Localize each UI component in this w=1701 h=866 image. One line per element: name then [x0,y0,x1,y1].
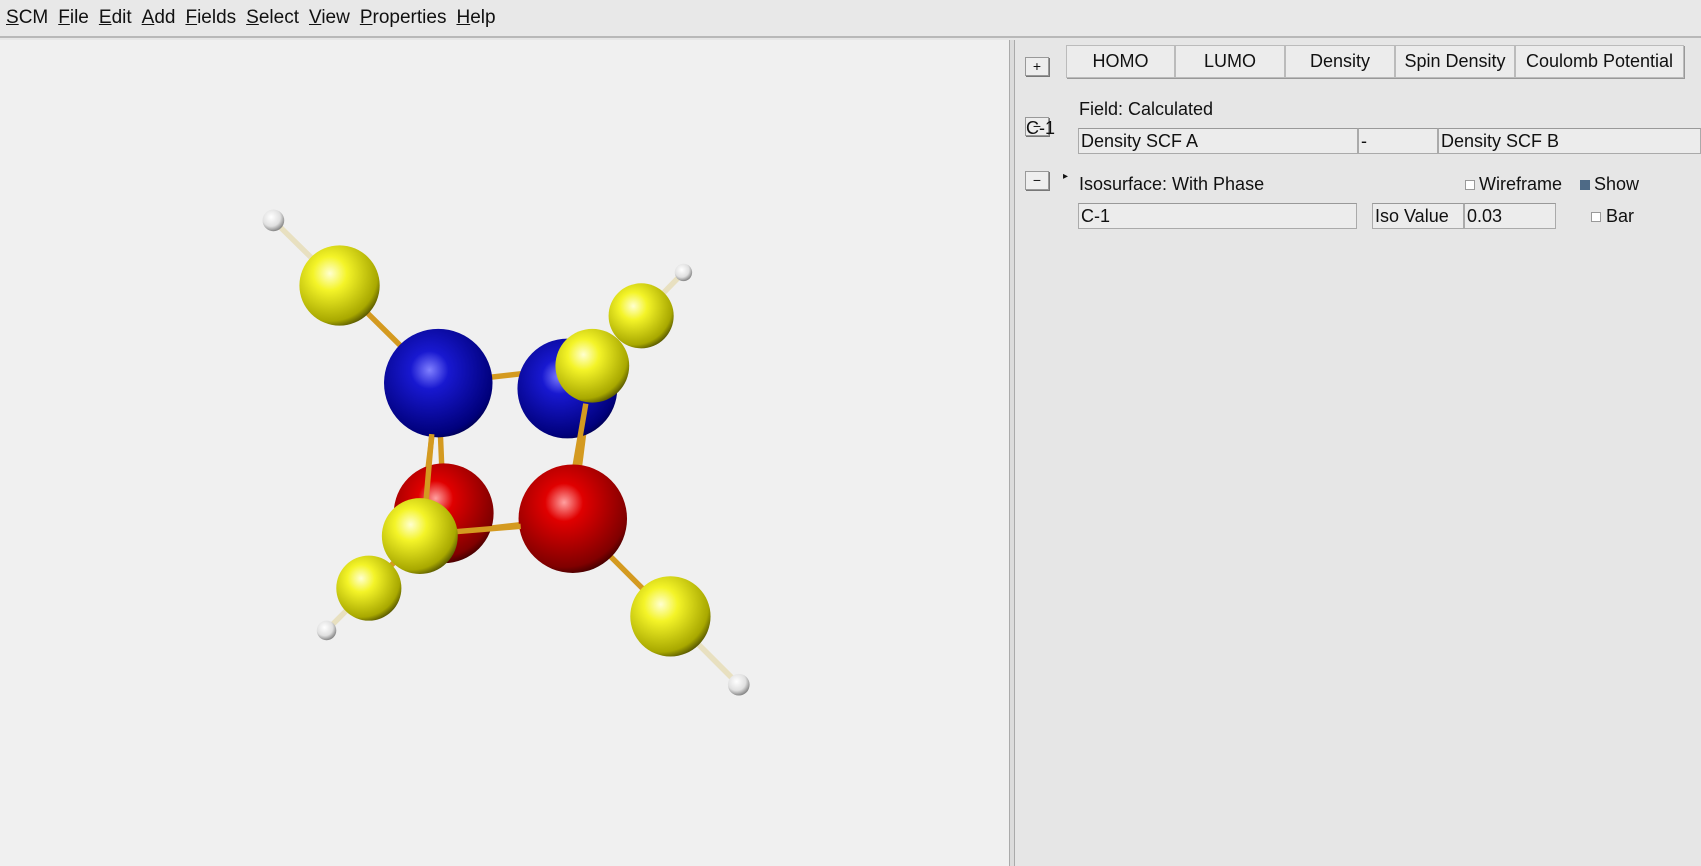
menu-select[interactable]: Select [246,7,299,29]
wireframe-label: Wireframe [1479,174,1563,194]
tab-coulomb-potential[interactable]: Coulomb Potential [1515,45,1684,78]
isosurface-title: Isosurface: With Phase [1079,174,1265,194]
iso-value-label: Iso Value [1372,203,1464,229]
field-title: Field: Calculated [1079,99,1214,119]
menu-file[interactable]: File [58,7,89,29]
menu-label: dd [154,7,176,28]
collapse-isosurface-button[interactable]: − [1025,171,1049,190]
tab-density[interactable]: Density [1285,45,1395,78]
menu-label: elect [258,7,299,28]
menu-label: dit [111,7,132,28]
show-label: Show [1594,174,1640,194]
operator-field[interactable]: - [1358,128,1438,154]
add-field-button[interactable]: + [1025,57,1049,76]
menu-mnemonic: P [359,7,373,28]
bar-label: Bar [1606,206,1635,226]
tab-lumo[interactable]: LUMO [1175,45,1285,78]
menu-label: ields [197,7,237,28]
menu-mnemonic: S [246,7,259,28]
menu-label: iew [321,7,350,28]
menu-edit[interactable]: Edit [99,7,132,29]
menu-label: ile [69,7,89,28]
menu-mnemonic: S [6,7,19,28]
menu-label: CM [18,7,49,28]
menu-properties[interactable]: Properties [360,7,447,29]
menu-mnemonic: E [98,7,112,28]
menu-help[interactable]: Help [456,7,495,29]
isosurface-field-name[interactable]: C-1 [1078,203,1357,229]
operand-a-field[interactable]: Density SCF A [1078,128,1358,154]
menu-scm[interactable]: SCM [6,7,48,29]
wireframe-checkbox[interactable] [1465,180,1475,190]
bar-checkbox[interactable] [1591,212,1601,222]
menu-mnemonic: H [456,7,471,28]
menu-mnemonic: V [308,7,322,28]
show-checkbox[interactable] [1580,180,1590,190]
menu-label: elp [470,7,496,28]
menu-add[interactable]: Add [142,7,176,29]
menu-mnemonic: F [185,7,198,28]
menu-mnemonic: A [141,7,155,28]
tab-homo[interactable]: HOMO [1066,45,1175,78]
operand-b-field[interactable]: Density SCF B [1438,128,1701,154]
menu-bar: SCM File Edit Add Fields Select View Pro… [0,0,1701,38]
expand-arrow-icon[interactable]: ▸ [1063,171,1068,182]
molecule-viewport[interactable] [0,40,1009,866]
menu-fields[interactable]: Fields [185,7,236,29]
tab-spin-density[interactable]: Spin Density [1395,45,1515,78]
iso-value-input[interactable]: 0.03 [1464,203,1556,229]
menu-mnemonic: F [58,7,70,28]
menu-label: roperties [372,7,447,28]
menu-view[interactable]: View [309,7,350,29]
field-label: C-1 [1026,118,1056,138]
panel-splitter[interactable] [1009,40,1015,866]
